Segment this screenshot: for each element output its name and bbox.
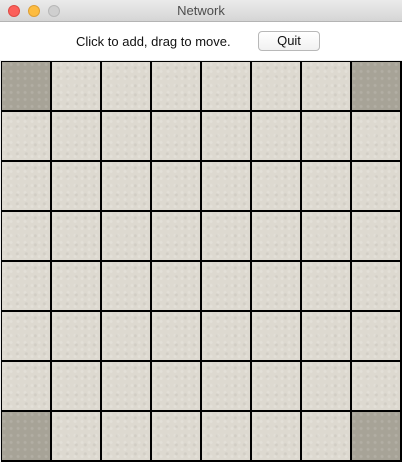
application-window: Network Click to add, drag to move. Quit: [0, 0, 402, 462]
grid-cell[interactable]: [202, 262, 250, 310]
grid-cell[interactable]: [202, 62, 250, 110]
window-title: Network: [177, 3, 225, 18]
grid-cell[interactable]: [152, 312, 200, 360]
grid-cell[interactable]: [302, 262, 350, 310]
quit-button[interactable]: Quit: [258, 31, 320, 51]
grid-cell[interactable]: [52, 362, 100, 410]
grid-cell[interactable]: [52, 62, 100, 110]
grid-cell[interactable]: [302, 312, 350, 360]
grid-cell[interactable]: [352, 362, 400, 410]
title-bar: Network: [0, 0, 402, 22]
grid-corner-cell[interactable]: [352, 412, 400, 460]
grid-cell[interactable]: [302, 62, 350, 110]
grid-cell[interactable]: [352, 262, 400, 310]
grid-cell[interactable]: [2, 362, 50, 410]
grid-cell[interactable]: [202, 412, 250, 460]
grid-cell[interactable]: [252, 112, 300, 160]
grid-cell[interactable]: [152, 262, 200, 310]
grid-cell[interactable]: [152, 212, 200, 260]
grid-cell[interactable]: [102, 412, 150, 460]
grid-cell[interactable]: [2, 212, 50, 260]
grid-cell[interactable]: [102, 62, 150, 110]
grid-corner-cell[interactable]: [2, 412, 50, 460]
grid-cell[interactable]: [152, 112, 200, 160]
grid-cell[interactable]: [152, 162, 200, 210]
grid-cell[interactable]: [252, 262, 300, 310]
grid-cell[interactable]: [52, 412, 100, 460]
grid-cell[interactable]: [52, 112, 100, 160]
grid-cell[interactable]: [252, 212, 300, 260]
grid-cell[interactable]: [152, 62, 200, 110]
grid-cell[interactable]: [2, 262, 50, 310]
grid-cell[interactable]: [202, 312, 250, 360]
grid-cell[interactable]: [352, 112, 400, 160]
grid-cell[interactable]: [252, 162, 300, 210]
grid-cell[interactable]: [202, 212, 250, 260]
grid-cell[interactable]: [52, 212, 100, 260]
grid-cell[interactable]: [102, 112, 150, 160]
grid-cell[interactable]: [352, 312, 400, 360]
grid-cell[interactable]: [302, 412, 350, 460]
grid-cell[interactable]: [352, 162, 400, 210]
grid-cell[interactable]: [302, 362, 350, 410]
toolbar: Click to add, drag to move. Quit: [0, 22, 402, 60]
grid-cell[interactable]: [302, 162, 350, 210]
grid-cell[interactable]: [2, 112, 50, 160]
grid-cell[interactable]: [252, 62, 300, 110]
network-grid[interactable]: [1, 61, 402, 462]
grid-cell[interactable]: [252, 412, 300, 460]
grid-cell[interactable]: [252, 312, 300, 360]
grid-cell[interactable]: [202, 362, 250, 410]
grid-corner-cell[interactable]: [2, 62, 50, 110]
grid-cell[interactable]: [152, 362, 200, 410]
grid-cell[interactable]: [52, 162, 100, 210]
grid-cell[interactable]: [352, 212, 400, 260]
grid-cell[interactable]: [2, 312, 50, 360]
grid-cell[interactable]: [52, 312, 100, 360]
grid-cell[interactable]: [302, 212, 350, 260]
grid-cell[interactable]: [252, 362, 300, 410]
grid-cell[interactable]: [302, 112, 350, 160]
grid-cell[interactable]: [102, 262, 150, 310]
grid-cell[interactable]: [2, 162, 50, 210]
grid-cell[interactable]: [52, 262, 100, 310]
grid-corner-cell[interactable]: [352, 62, 400, 110]
grid-cell[interactable]: [202, 162, 250, 210]
grid-cell[interactable]: [102, 312, 150, 360]
grid-cell[interactable]: [102, 162, 150, 210]
instruction-text: Click to add, drag to move.: [76, 34, 231, 49]
grid-cell[interactable]: [152, 412, 200, 460]
grid-cell[interactable]: [202, 112, 250, 160]
grid-cell[interactable]: [102, 362, 150, 410]
grid-cell[interactable]: [102, 212, 150, 260]
